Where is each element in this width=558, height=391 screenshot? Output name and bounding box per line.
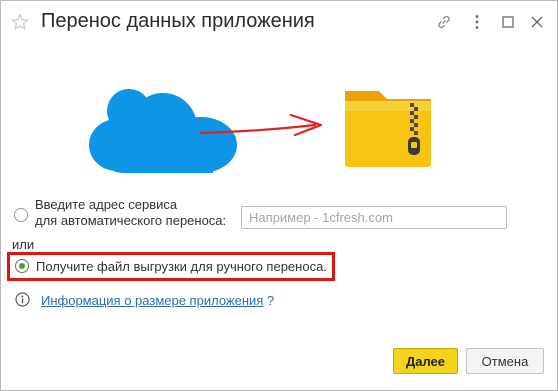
help-button[interactable]: ? xyxy=(267,293,274,308)
app-size-info-link[interactable]: Информация о размере приложения xyxy=(41,293,263,308)
zip-folder-icon xyxy=(345,91,431,167)
transfer-illustration xyxy=(89,89,431,173)
auto-transfer-radio[interactable] xyxy=(14,208,28,222)
star-icon[interactable] xyxy=(11,13,29,31)
cancel-button[interactable]: Отмена xyxy=(466,348,544,374)
close-icon[interactable] xyxy=(528,13,546,31)
manual-transfer-radio[interactable] xyxy=(15,259,29,273)
next-button[interactable]: Далее xyxy=(393,348,458,374)
window-title: Перенос данных приложения xyxy=(41,10,315,32)
link-icon[interactable] xyxy=(435,13,453,31)
auto-transfer-label: Введите адрес сервиса для автоматическог… xyxy=(35,197,235,229)
auto-transfer-label-line1: Введите адрес сервиса xyxy=(35,197,178,212)
manual-transfer-label[interactable]: Получите файл выгрузки для ручного перен… xyxy=(36,259,327,274)
service-address-input[interactable] xyxy=(241,206,507,229)
info-icon xyxy=(15,292,30,307)
cloud-icon xyxy=(89,89,237,173)
auto-transfer-label-line2: для автоматического переноса: xyxy=(35,213,227,228)
dialog-window: Перенос данных приложения Введите адрес … xyxy=(0,0,558,391)
title-bar: Перенос данных приложения xyxy=(1,1,557,43)
more-icon[interactable] xyxy=(468,13,486,31)
maximize-icon[interactable] xyxy=(499,13,517,31)
or-label: или xyxy=(12,237,35,252)
